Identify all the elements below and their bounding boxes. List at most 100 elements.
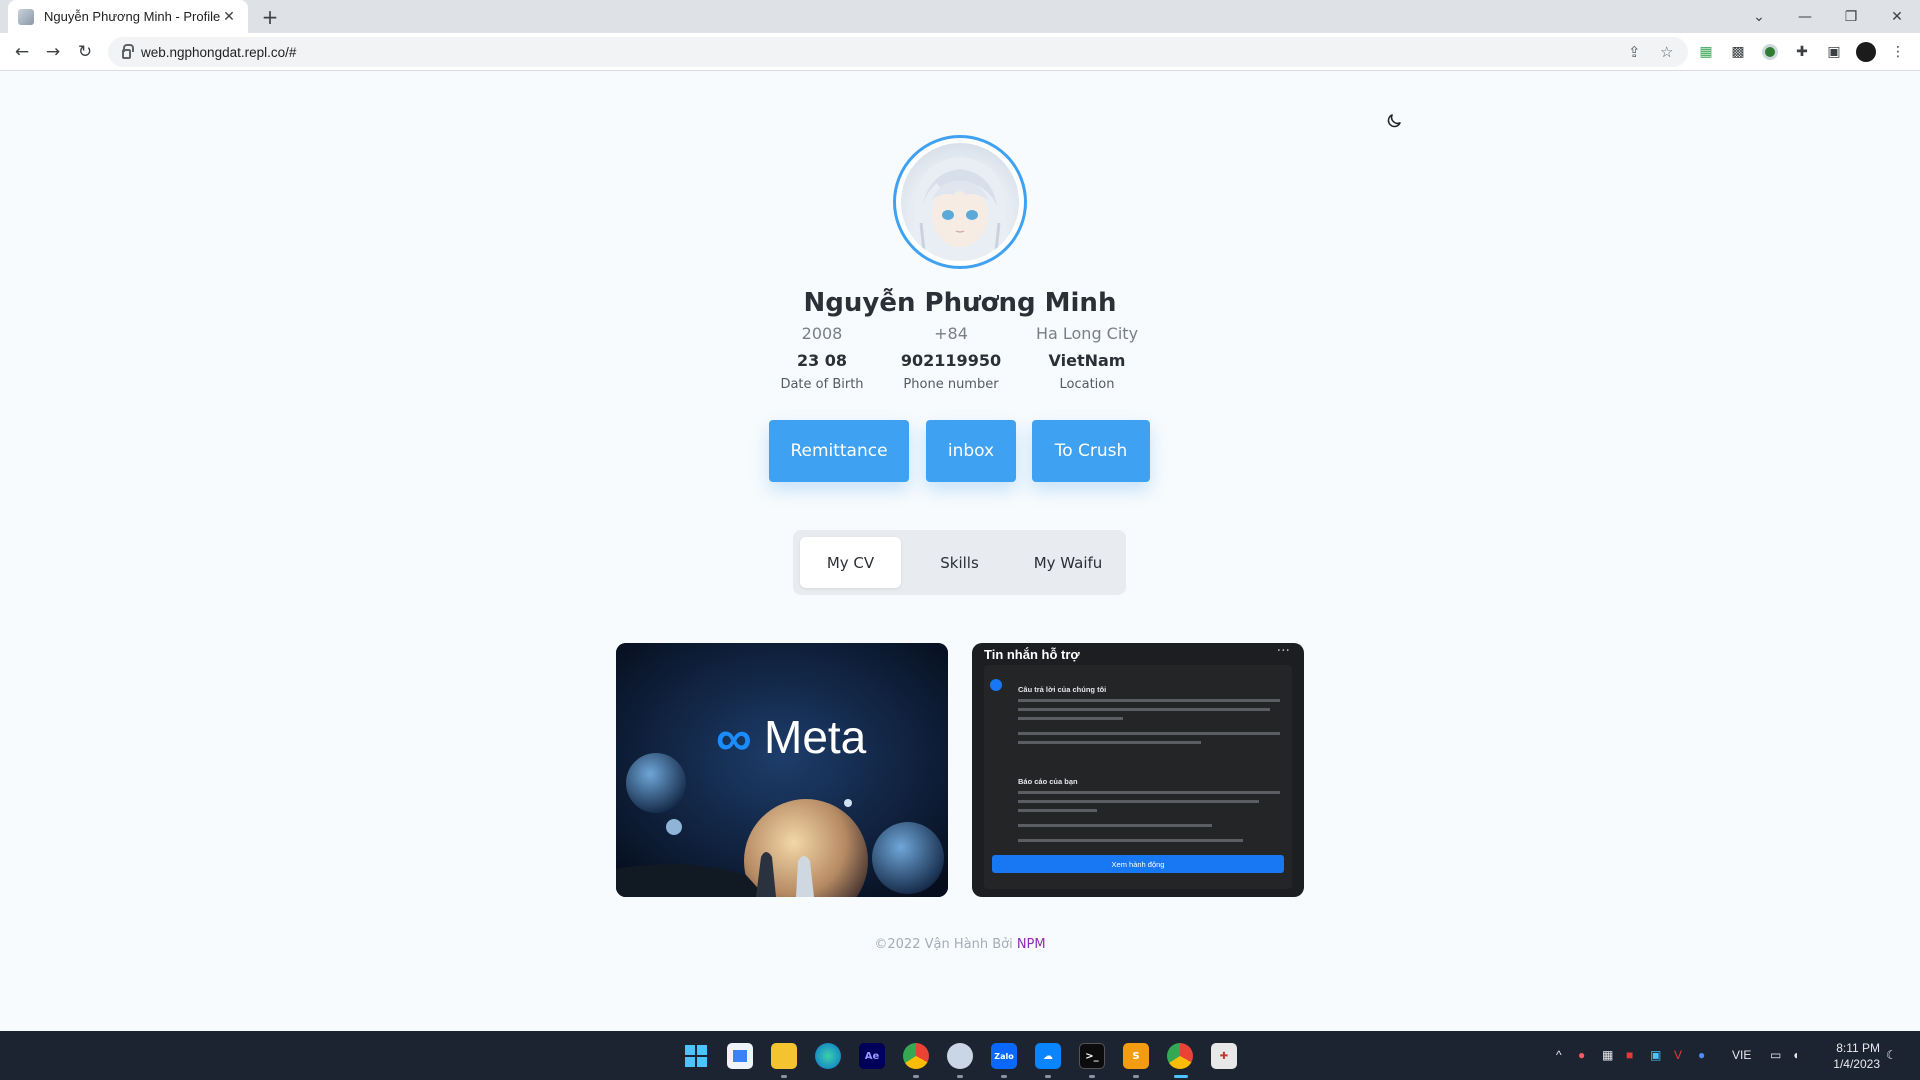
tray-app-icon[interactable]: ● (1578, 1048, 1585, 1062)
reload-icon[interactable]: ↻ (73, 40, 97, 64)
inbox-button[interactable]: inbox (926, 420, 1016, 482)
avatar-image (901, 143, 1019, 261)
running-indicator (1045, 1075, 1051, 1078)
close-window-icon[interactable]: ✕ (1874, 0, 1920, 33)
file-explorer-icon[interactable] (771, 1043, 797, 1069)
to-crush-button[interactable]: To Crush (1032, 420, 1150, 482)
tab-favicon-icon (18, 8, 34, 25)
more-options-icon: ··· (1276, 643, 1290, 659)
toolbox-icon[interactable]: ✚ (1211, 1043, 1237, 1069)
location-country: VietNam (1048, 351, 1126, 370)
tray-chevron-icon[interactable]: ^ (1556, 1048, 1562, 1062)
store-icon[interactable] (727, 1043, 753, 1069)
running-indicator (1001, 1075, 1007, 1078)
back-icon[interactable]: ← (10, 40, 34, 64)
meta-logo-text: Meta (764, 711, 867, 763)
address-bar[interactable]: web.ngphongdat.repl.co/# ⇪ ☆ (108, 37, 1688, 67)
avatar (893, 135, 1027, 269)
active-indicator (1174, 1075, 1188, 1078)
phone-number: 902119950 (900, 351, 1002, 370)
footer: ©2022 Vận Hành Bởi NPM (0, 937, 1920, 952)
profile-name: Nguyễn Phương Minh (803, 288, 1117, 318)
meta-image: ∞ Meta (616, 643, 948, 897)
phone-country-code: +84 (934, 324, 968, 343)
minimize-icon[interactable]: — (1782, 0, 1828, 33)
section-tabs: My CV Skills My Waifu (793, 530, 1126, 595)
language-indicator[interactable]: VIE (1732, 1048, 1751, 1062)
system-clock[interactable]: 8:11 PM 1/4/2023 (1833, 1040, 1880, 1072)
tray-app-icon[interactable]: ▦ (1602, 1048, 1613, 1062)
browser-tabstrip: Nguyễn Phương Minh - Profile ✕ + ⌄ — ❐ ✕ (0, 0, 1920, 33)
chrome-active-icon[interactable] (1167, 1043, 1193, 1069)
facebook-icon (990, 679, 1002, 691)
tray-app-icon[interactable]: ▣ (1650, 1048, 1661, 1062)
zalo-icon[interactable]: Zalo (991, 1043, 1017, 1069)
sublime-icon[interactable]: S (1123, 1043, 1149, 1069)
location-city: Ha Long City (1035, 324, 1139, 343)
restore-icon[interactable]: ❐ (1828, 0, 1874, 33)
location-label: Location (1059, 377, 1115, 392)
extensions-puzzle-icon[interactable]: ✚ (1792, 42, 1812, 62)
view-action-button: Xem hành động (992, 855, 1284, 873)
info-location: Ha Long City VietNam Location (1022, 324, 1152, 392)
app-icon[interactable] (947, 1043, 973, 1069)
support-text-block-2 (1018, 791, 1280, 842)
bookmark-star-icon[interactable]: ☆ (1660, 43, 1673, 61)
support-heading-1: Câu trả lời của chúng tôi (1018, 685, 1107, 694)
extension-circle-icon[interactable] (1760, 42, 1780, 62)
extension-qr-icon[interactable]: ▩ (1728, 42, 1748, 62)
footer-link[interactable]: NPM (1017, 937, 1046, 952)
dark-mode-toggle-icon[interactable] (1382, 109, 1406, 133)
volume-icon[interactable]: ◖ (1792, 1048, 1799, 1062)
running-indicator (913, 1075, 919, 1078)
url-text: web.ngphongdat.repl.co/# (141, 44, 297, 60)
network-icon[interactable]: ▭ (1770, 1048, 1781, 1062)
gallery-card-meta[interactable]: ∞ Meta (616, 643, 948, 897)
running-indicator (957, 1075, 963, 1078)
cloud-icon[interactable]: ☁ (1035, 1043, 1061, 1069)
tab-title: Nguyễn Phương Minh - Profile (44, 9, 220, 24)
forward-icon[interactable]: → (41, 40, 65, 64)
footer-text: ©2022 Vận Hành Bởi (874, 937, 1017, 952)
extension-grid-icon[interactable]: ▦ (1696, 42, 1716, 62)
tray-app-icon[interactable]: V (1674, 1048, 1682, 1062)
notification-icon[interactable]: ☾ (1886, 1048, 1897, 1062)
browser-toolbar: ← → ↻ web.ngphongdat.repl.co/# ⇪ ☆ ▦ ▩ ✚… (0, 33, 1920, 71)
birth-day-month: 23 08 (796, 351, 848, 370)
birth-label: Date of Birth (780, 377, 864, 392)
tab-close-icon[interactable]: ✕ (220, 8, 238, 26)
share-icon[interactable]: ⇪ (1628, 43, 1641, 61)
tab-skills[interactable]: Skills (909, 537, 1010, 588)
profile-avatar-icon[interactable] (1856, 42, 1876, 62)
support-heading-2: Báo cáo của bạn (1018, 777, 1078, 786)
after-effects-icon[interactable]: Ae (859, 1043, 885, 1069)
lock-icon (122, 44, 134, 59)
browser-tab-active[interactable]: Nguyễn Phương Minh - Profile ✕ (8, 0, 248, 33)
info-date-of-birth: 2008 23 08 Date of Birth (757, 324, 887, 392)
menu-kebab-icon[interactable]: ⋮ (1888, 42, 1908, 62)
gallery-card-support[interactable]: Tin nhắn hỗ trợ ··· Câu trả lời của chún… (972, 643, 1304, 897)
info-phone: +84 902119950 Phone number (886, 324, 1016, 392)
windows-start-icon[interactable] (683, 1043, 709, 1069)
support-text-block-1 (1018, 699, 1280, 744)
remittance-button[interactable]: Remittance (769, 420, 909, 482)
svg-text:∞: ∞ (716, 710, 752, 766)
taskbar: Ae Zalo ☁ >_ S ✚ ^ ● ▦ ■ ▣ V ● VIE ▭ ◖ 8… (0, 1031, 1920, 1080)
edge-icon[interactable] (815, 1043, 841, 1069)
new-tab-icon[interactable]: + (258, 5, 282, 29)
tray-app-icon[interactable]: ■ (1626, 1048, 1633, 1062)
tray-zalo-icon[interactable]: ● (1698, 1048, 1705, 1062)
birth-year: 2008 (801, 324, 843, 343)
running-indicator (781, 1075, 787, 1078)
tab-my-waifu[interactable]: My Waifu (1017, 537, 1119, 588)
chrome-icon[interactable] (903, 1043, 929, 1069)
clock-date: 1/4/2023 (1833, 1057, 1880, 1071)
running-indicator (1089, 1075, 1095, 1078)
running-indicator (1133, 1075, 1139, 1078)
terminal-icon[interactable]: >_ (1079, 1043, 1105, 1069)
side-panel-icon[interactable]: ▣ (1824, 42, 1844, 62)
profile-page: Nguyễn Phương Minh 2008 23 08 Date of Bi… (0, 71, 1920, 1031)
support-title: Tin nhắn hỗ trợ (984, 647, 1080, 662)
tab-search-icon[interactable]: ⌄ (1736, 0, 1782, 33)
tab-my-cv[interactable]: My CV (800, 537, 901, 588)
